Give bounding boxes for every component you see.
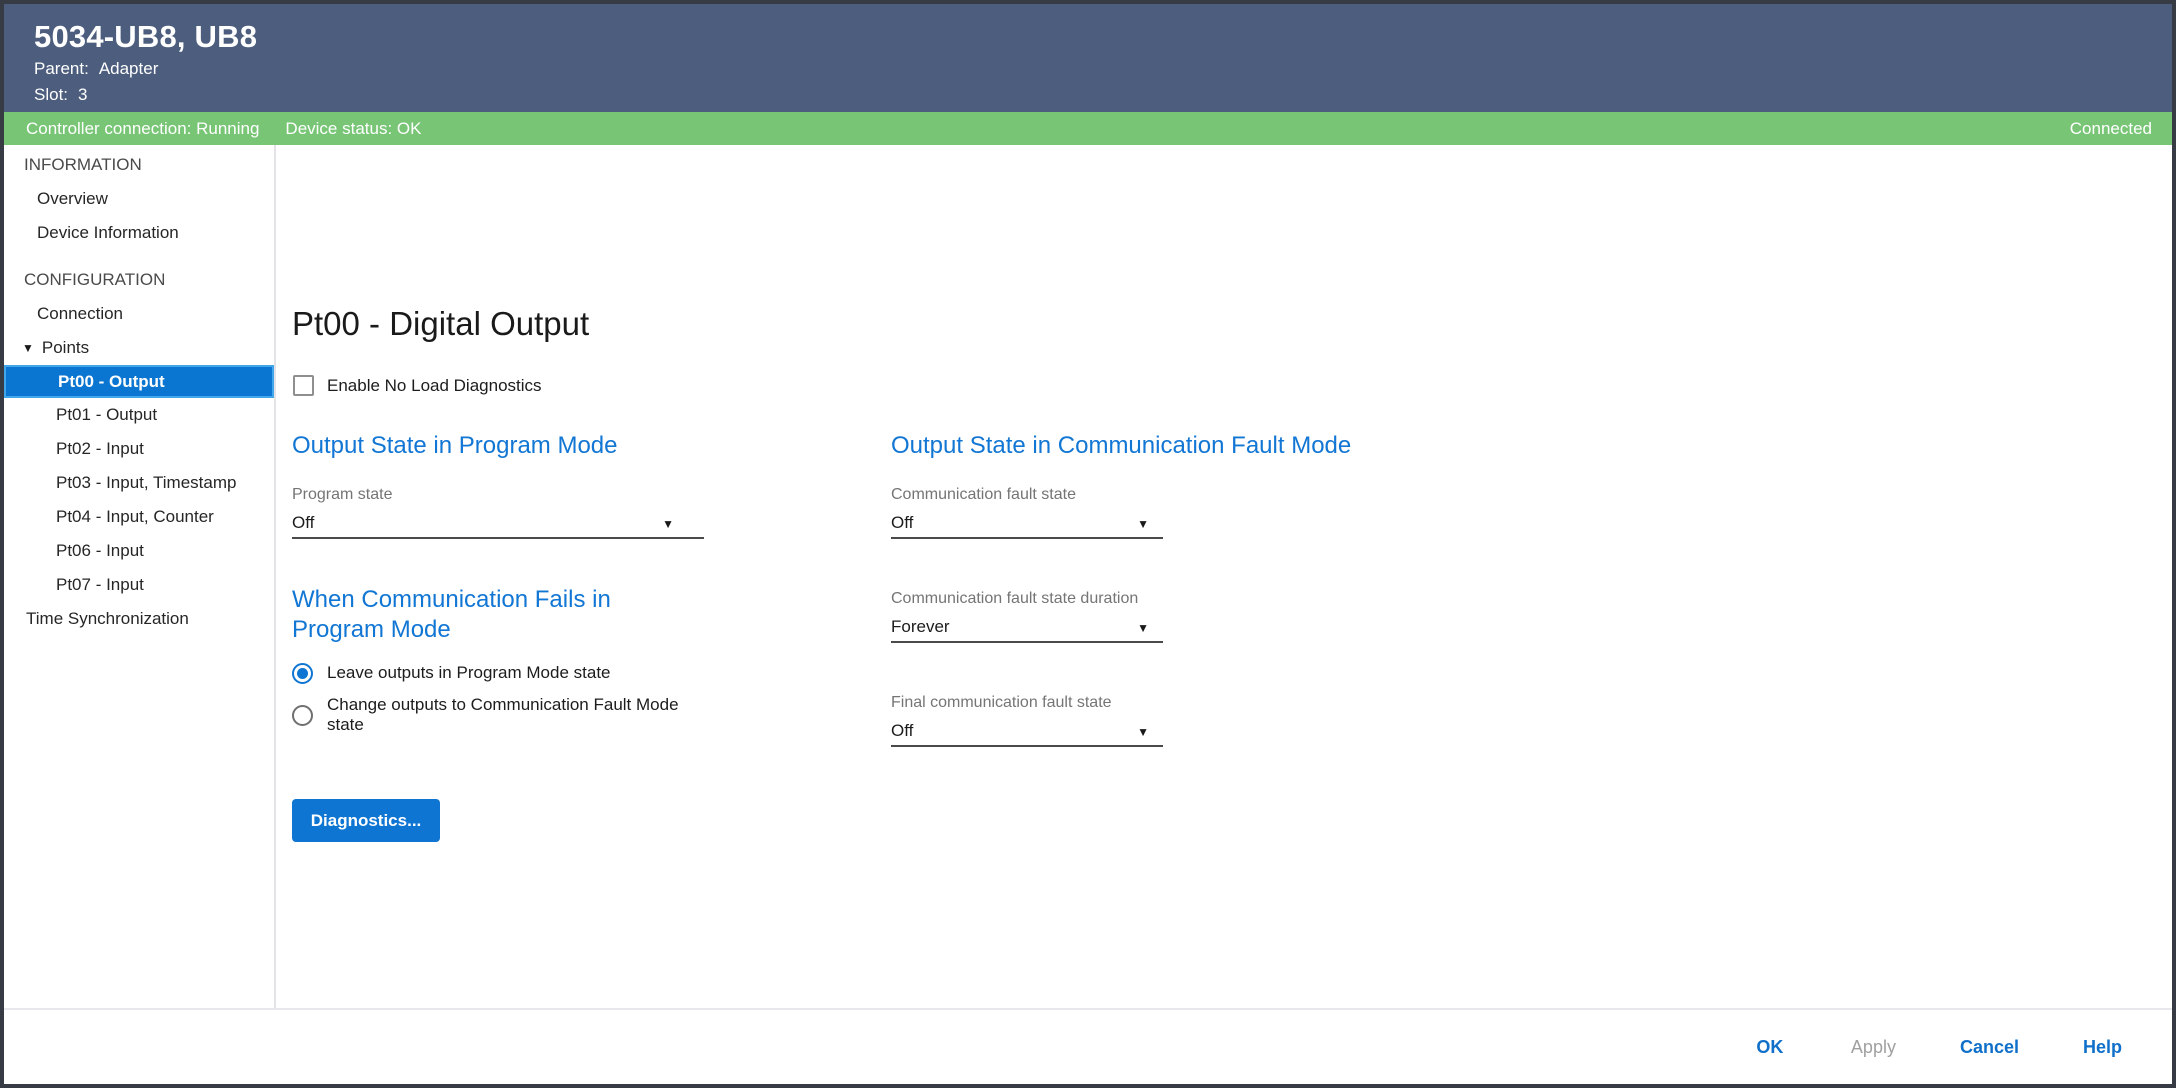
diagnostics-button[interactable]: Diagnostics... [292, 799, 440, 842]
sidebar-header-information: INFORMATION [4, 148, 274, 182]
communication-fault-duration-field: Communication fault state duration Forev… [891, 589, 1163, 643]
communication-fault-state-field: Communication fault state Off ▼ [891, 485, 1163, 539]
output-state-comm-fault-heading: Output State in Communication Fault Mode [891, 431, 1163, 461]
sidebar-item-pt03-input-timestamp[interactable]: Pt03 - Input, Timestamp [4, 466, 274, 500]
dropdown-caret-icon[interactable]: ▼ [662, 517, 674, 531]
program-state-field: Program state Off ▼ [292, 485, 704, 539]
connected-status: Connected [2070, 119, 2152, 139]
final-communication-fault-state-dropdown[interactable]: Off ▼ [891, 717, 1163, 747]
apply-button[interactable]: Apply [1841, 1027, 1906, 1067]
controller-connection-status: Controller connection: Running [26, 119, 259, 139]
sidebar-item-points[interactable]: ▼ Points [4, 331, 274, 365]
sidebar-item-time-synchronization[interactable]: Time Synchronization [4, 602, 274, 636]
change-outputs-option[interactable]: Change outputs to Communication Fault Mo… [292, 701, 704, 729]
when-communication-fails-heading: When Communication Fails in Program Mode [292, 585, 704, 645]
communication-fault-state-value: Off [891, 513, 913, 532]
enable-no-load-diagnostics-row[interactable]: Enable No Load Diagnostics [293, 375, 542, 396]
dropdown-caret-icon[interactable]: ▼ [1137, 725, 1149, 739]
status-bar: Controller connection: Running Device st… [4, 112, 2172, 145]
footer-bar: OK Apply Cancel Help [4, 1008, 2172, 1084]
module-properties-window: 5034-UB8, UB8 Parent: Adapter Slot: 3 Cont… [0, 0, 2176, 1088]
slot-row: Slot: 3 [34, 82, 2172, 108]
output-state-program-mode-heading: Output State in Program Mode [292, 431, 704, 461]
sidebar-item-connection[interactable]: Connection [4, 297, 274, 331]
help-button[interactable]: Help [2073, 1027, 2132, 1067]
final-communication-fault-state-label: Final communication fault state [891, 693, 1163, 713]
sidebar-item-pt01-output[interactable]: Pt01 - Output [4, 398, 274, 432]
program-state-label: Program state [292, 485, 704, 505]
change-outputs-radio[interactable] [292, 705, 313, 726]
leave-outputs-radio[interactable] [292, 663, 313, 684]
slot-value: 3 [78, 85, 87, 104]
sidebar-item-overview[interactable]: Overview [4, 182, 274, 216]
device-title: 5034-UB8, UB8 [34, 18, 2172, 56]
page-title: Pt00 - Digital Output [292, 305, 589, 343]
communication-fault-duration-dropdown[interactable]: Forever ▼ [891, 613, 1163, 643]
slot-label: Slot: [34, 85, 68, 104]
leave-outputs-option[interactable]: Leave outputs in Program Mode state [292, 659, 704, 687]
dropdown-caret-icon[interactable]: ▼ [1137, 517, 1149, 531]
final-communication-fault-state-value: Off [891, 721, 913, 740]
category-sidebar: INFORMATION Overview Device Information … [4, 145, 276, 1008]
dropdown-caret-icon[interactable]: ▼ [1137, 621, 1149, 635]
ok-button[interactable]: OK [1743, 1027, 1797, 1067]
communication-fault-state-dropdown[interactable]: Off ▼ [891, 509, 1163, 539]
communication-fault-duration-value: Forever [891, 617, 950, 636]
sidebar-item-pt06-input[interactable]: Pt06 - Input [4, 534, 274, 568]
parent-value: Adapter [99, 59, 159, 78]
sidebar-item-points-label: Points [42, 338, 89, 357]
enable-no-load-diagnostics-label: Enable No Load Diagnostics [327, 376, 542, 396]
cancel-button[interactable]: Cancel [1950, 1027, 2029, 1067]
parent-row: Parent: Adapter [34, 56, 2172, 82]
main-panel: Pt00 - Digital Output Enable No Load Dia… [276, 145, 2172, 1008]
final-communication-fault-state-field: Final communication fault state Off ▼ [891, 693, 1163, 747]
device-status: Device status: OK [285, 119, 421, 139]
change-outputs-label: Change outputs to Communication Fault Mo… [327, 695, 704, 735]
enable-no-load-diagnostics-checkbox[interactable] [293, 375, 314, 396]
parent-label: Parent: [34, 59, 89, 78]
communication-fault-state-label: Communication fault state [891, 485, 1163, 505]
program-state-value: Off [292, 513, 314, 532]
sidebar-header-configuration: CONFIGURATION [4, 263, 274, 297]
communication-fault-duration-label: Communication fault state duration [891, 589, 1163, 609]
points-expander-icon[interactable]: ▼ [22, 331, 34, 365]
sidebar-item-pt02-input[interactable]: Pt02 - Input [4, 432, 274, 466]
sidebar-item-pt00-output[interactable]: Pt00 - Output [4, 365, 274, 398]
titlebar: 5034-UB8, UB8 Parent: Adapter Slot: 3 [4, 4, 2172, 112]
program-state-dropdown[interactable]: Off ▼ [292, 509, 704, 539]
leave-outputs-label: Leave outputs in Program Mode state [327, 663, 611, 683]
sidebar-item-pt07-input[interactable]: Pt07 - Input [4, 568, 274, 602]
sidebar-item-device-information[interactable]: Device Information [4, 216, 274, 250]
sidebar-item-pt04-input-counter[interactable]: Pt04 - Input, Counter [4, 500, 274, 534]
